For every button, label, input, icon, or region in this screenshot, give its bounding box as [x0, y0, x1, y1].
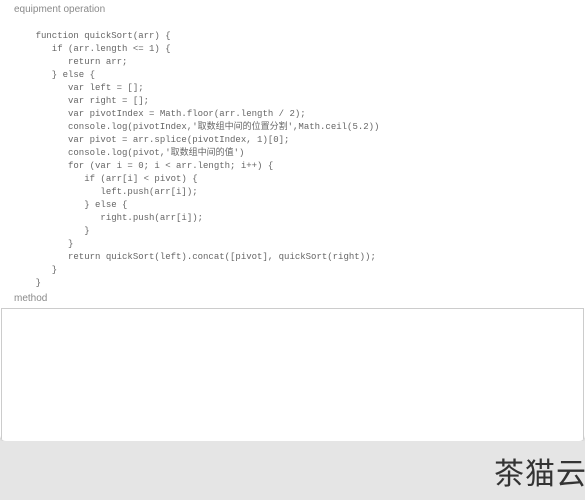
- code-line: var right = [];: [14, 96, 149, 106]
- code-line: }: [14, 265, 57, 275]
- code-line: for (var i = 0; i < arr.length; i++) {: [14, 161, 273, 171]
- code-line: function quickSort(arr) {: [14, 31, 171, 41]
- section-title-equipment-operation: equipment operation: [0, 0, 585, 17]
- code-line: } else {: [14, 70, 95, 80]
- code-line: }: [14, 239, 73, 249]
- code-line: var left = [];: [14, 83, 144, 93]
- code-line: return quickSort(left).concat([pivot], q…: [14, 252, 376, 262]
- code-line: right.push(arr[i]);: [14, 213, 203, 223]
- code-line: var pivot = arr.splice(pivotIndex, 1)[0]…: [14, 135, 289, 145]
- page-root: equipment operation function quickSort(a…: [0, 0, 585, 500]
- code-line: if (arr[i] < pivot) {: [14, 174, 198, 184]
- code-block: function quickSort(arr) { if (arr.length…: [0, 17, 585, 290]
- code-line: } else {: [14, 200, 127, 210]
- code-line: var pivotIndex = Math.floor(arr.length /…: [14, 109, 306, 119]
- footer-area: 茶猫云: [0, 441, 585, 500]
- code-line: }: [14, 226, 90, 236]
- code-line: console.log(pivot,'取数组中间的值'): [14, 148, 244, 158]
- code-line: console.log(pivotIndex,'取数组中间的位置分割',Math…: [14, 122, 379, 132]
- code-line: if (arr.length <= 1) {: [14, 44, 171, 54]
- empty-content-box: [1, 308, 584, 441]
- code-line: }: [14, 278, 41, 288]
- section-title-method: method: [0, 290, 585, 306]
- content-card[interactable]: equipment operation function quickSort(a…: [0, 0, 585, 441]
- code-line: left.push(arr[i]);: [14, 187, 198, 197]
- watermark-text: 茶猫云: [494, 449, 585, 493]
- code-line: return arr;: [14, 57, 127, 67]
